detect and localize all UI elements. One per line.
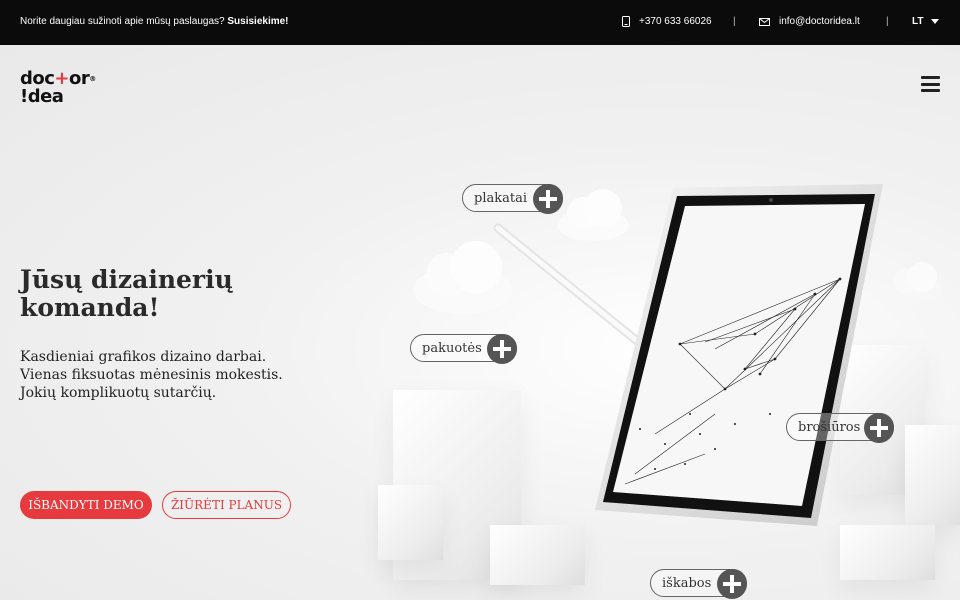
promo-text-label: Norite daugiau sužinoti apie mūsų paslau… (20, 16, 228, 27)
plus-icon[interactable] (533, 184, 563, 214)
tag-label: brošiūros (798, 419, 861, 435)
registered-mark: ® (89, 75, 96, 83)
tag-label: iškabos (662, 575, 712, 591)
contact-link[interactable]: Susisiekime! (227, 16, 288, 27)
plus-icon[interactable] (487, 334, 517, 364)
decorative-cube (905, 425, 960, 525)
decorative-cube (378, 485, 443, 560)
menu-bar (921, 76, 940, 79)
logo[interactable]: doc+or® !dea (20, 70, 96, 106)
hero-subtext-line: Vienas fiksuotas mėnesinis mokestis. (20, 367, 283, 383)
hero-subtext: Kasdieniai grafikos dizaino darbai. Vien… (20, 348, 340, 402)
tag-pakuotes[interactable]: pakuotės (410, 334, 517, 364)
menu-bar (921, 89, 940, 92)
plus-icon[interactable] (864, 413, 894, 443)
decorative-cube (490, 525, 585, 585)
tablet-illustration (595, 184, 883, 526)
email-link[interactable]: info@doctoridea.lt (759, 16, 860, 27)
hero-subtext-line: Kasdieniai grafikos dizaino darbai. (20, 349, 267, 365)
tag-label: pakuotės (422, 340, 482, 356)
logo-text: or (69, 68, 90, 89)
phone-number: +370 633 66026 (639, 16, 712, 27)
hero-headline: Jūsų dizainerių komanda! (20, 265, 233, 322)
try-demo-button[interactable]: IŠBANDYTI DEMO (20, 491, 152, 519)
email-address: info@doctoridea.lt (779, 16, 860, 27)
plus-icon[interactable] (717, 569, 747, 599)
separator: | (886, 16, 889, 27)
mail-icon (759, 17, 770, 26)
tag-plakatai[interactable]: plakatai (462, 184, 563, 214)
hero-subtext-line: Jokių komplikuotų sutarčių. (20, 385, 217, 401)
caret-down-icon (931, 19, 940, 24)
tag-iskabos[interactable]: iškabos (650, 569, 747, 599)
decorative-cube (840, 525, 935, 580)
tag-brosiuros[interactable]: brošiūros (786, 413, 894, 443)
language-label: LT (912, 16, 924, 27)
promo-text: Norite daugiau sužinoti apie mūsų paslau… (20, 16, 289, 27)
top-bar: Norite daugiau sužinoti apie mūsų paslau… (0, 0, 960, 45)
hamburger-menu-icon[interactable] (921, 76, 940, 92)
menu-bar (921, 82, 940, 86)
cloud-icon (882, 262, 942, 304)
separator: | (733, 16, 736, 27)
phone-link[interactable]: +370 633 66026 (622, 16, 712, 27)
language-selector[interactable]: LT (912, 16, 940, 27)
logo-line-2: !dea (20, 86, 64, 107)
view-plans-button[interactable]: ŽIŪRĖTI PLANUS (162, 491, 291, 519)
tag-label: plakatai (474, 190, 527, 206)
phone-icon (622, 16, 630, 27)
